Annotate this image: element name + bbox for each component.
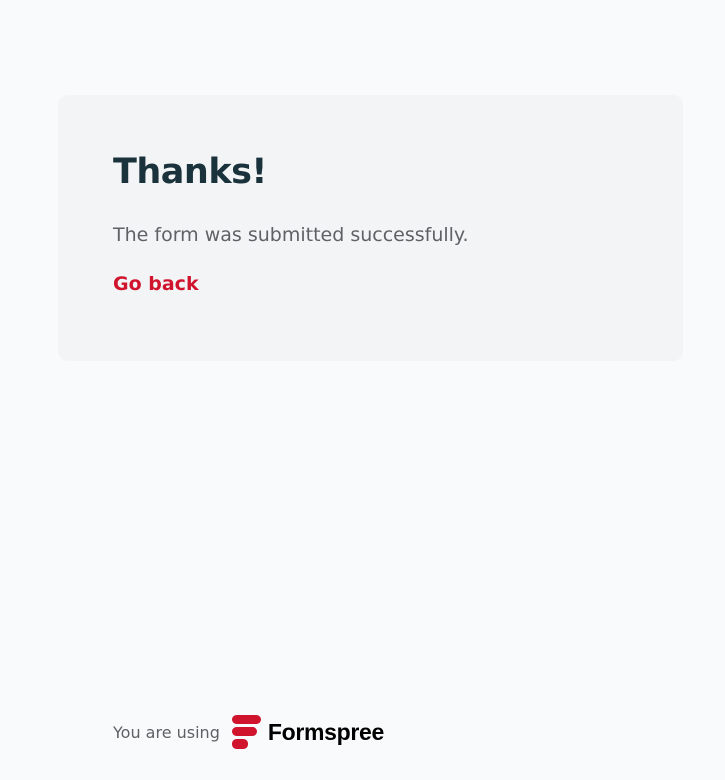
- formspree-logo-icon: [231, 715, 261, 749]
- success-message: The form was submitted successfully.: [113, 224, 469, 246]
- formspree-brand-name: Formspree: [267, 718, 385, 745]
- go-back-link[interactable]: Go back: [113, 271, 199, 297]
- footer-prefix-text: You are using: [113, 722, 220, 742]
- footer: You are using Formspree: [113, 714, 384, 750]
- page-title: Thanks!: [113, 152, 267, 192]
- success-card: Thanks! The form was submitted successfu…: [58, 95, 683, 361]
- formspree-logo-link[interactable]: Formspree: [231, 715, 385, 749]
